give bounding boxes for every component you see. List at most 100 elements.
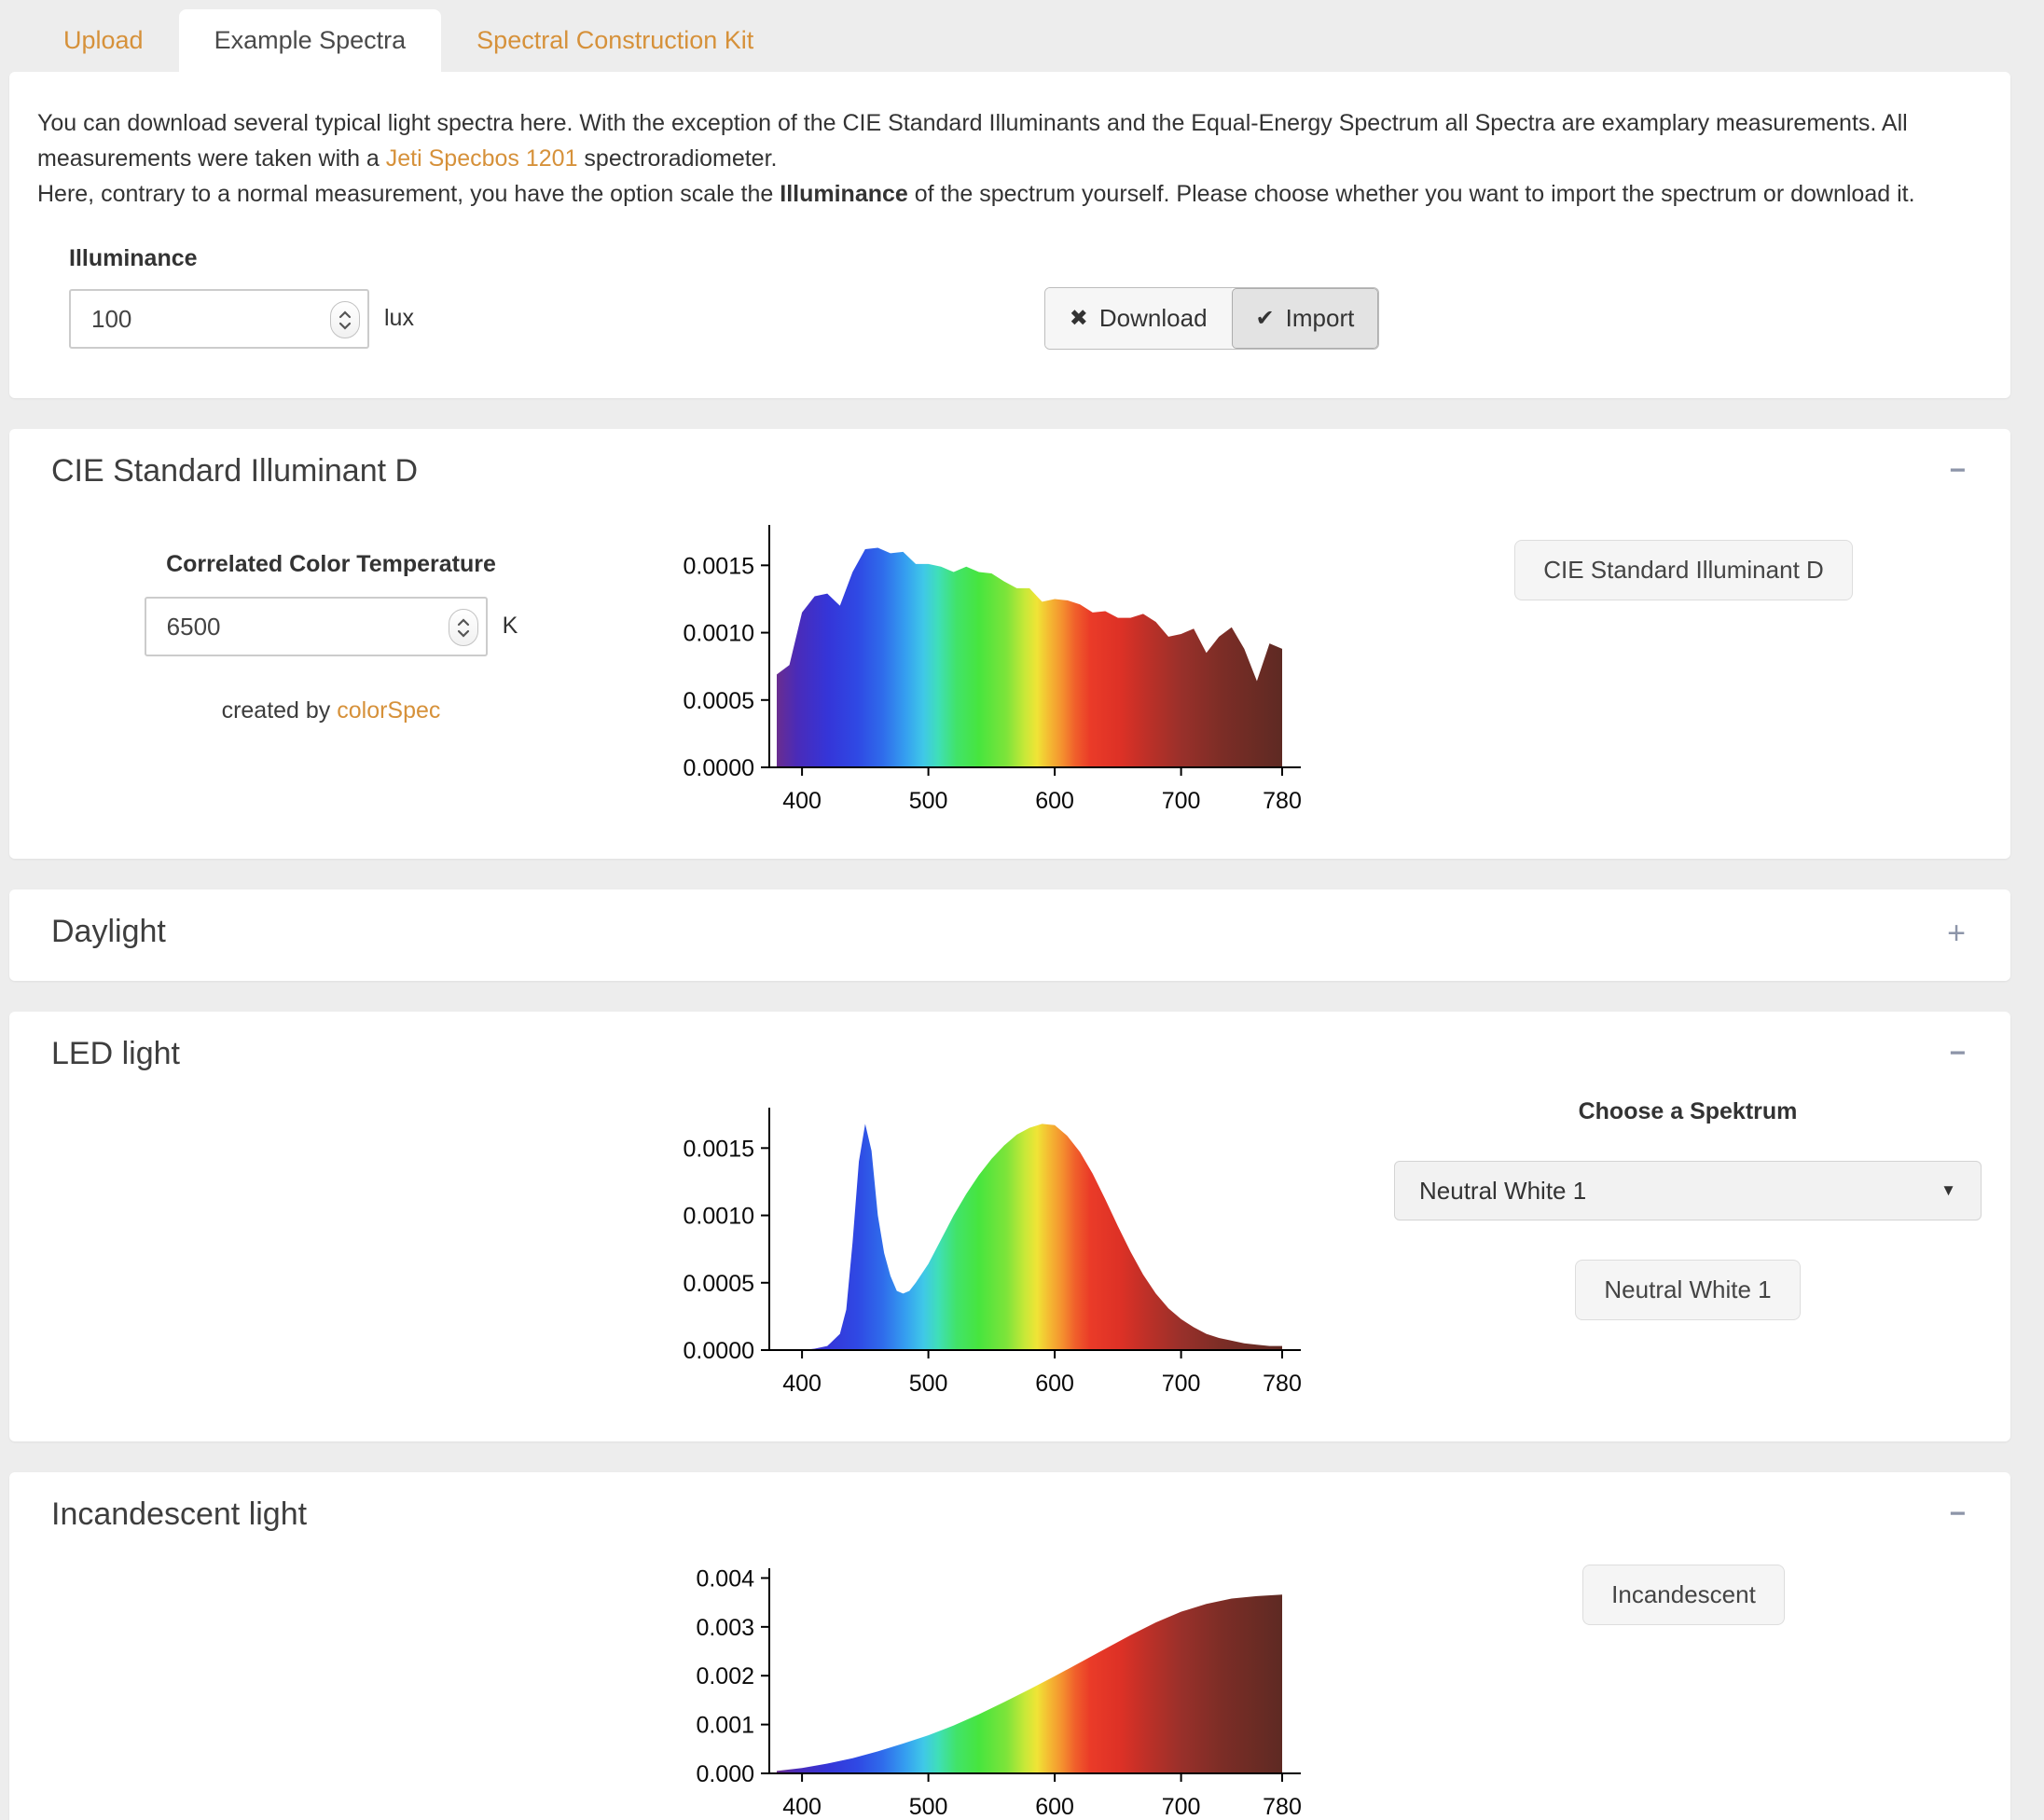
illuminance-row: lux ✖ Download ✔ Import bbox=[37, 289, 1982, 350]
collapse-minus-icon[interactable]: − bbox=[1941, 453, 1973, 489]
expand-plus-icon[interactable]: + bbox=[1940, 914, 1973, 953]
svg-text:0.001: 0.001 bbox=[696, 1713, 754, 1739]
tab-example-spectra[interactable]: Example Spectra bbox=[179, 9, 442, 72]
cie-controls: Correlated Color Temperature K created b… bbox=[51, 514, 611, 821]
colorspec-link[interactable]: colorSpec bbox=[337, 697, 440, 724]
intro-p2-tail: of the spectrum yourself. Please choose … bbox=[908, 181, 1915, 207]
intro-p1-text: You can download several typical light s… bbox=[37, 110, 1908, 172]
svg-text:0.0000: 0.0000 bbox=[684, 755, 754, 781]
svg-text:0.0000: 0.0000 bbox=[684, 1338, 754, 1364]
collapse-minus-icon[interactable]: − bbox=[1941, 1036, 1973, 1071]
illuminance-input-wrap bbox=[69, 289, 369, 349]
svg-text:500: 500 bbox=[909, 788, 948, 814]
svg-text:780: 780 bbox=[1263, 1794, 1302, 1820]
tab-spectral-construction-kit[interactable]: Spectral Construction Kit bbox=[441, 9, 789, 72]
tab-bar: Upload Example Spectra Spectral Construc… bbox=[28, 9, 2010, 72]
led-panel-body: 4005006007007800.00000.00050.00100.0015 … bbox=[51, 1096, 1973, 1404]
svg-text:400: 400 bbox=[782, 1371, 822, 1397]
svg-text:0.002: 0.002 bbox=[696, 1663, 754, 1689]
intro-text: You can download several typical light s… bbox=[37, 105, 1982, 212]
led-panel-title: LED light bbox=[51, 1036, 180, 1072]
collapse-minus-icon[interactable]: − bbox=[1941, 1496, 1973, 1532]
page: Upload Example Spectra Spectral Construc… bbox=[0, 0, 2044, 1820]
neutral-white-button[interactable]: Neutral White 1 bbox=[1575, 1260, 1800, 1320]
led-spectrum-chart: 400 500 600 700 780 0.0000 0.0005 0.0010 0.0015 bbox=[676, 1096, 1329, 1404]
import-button[interactable]: ✔ Import bbox=[1232, 288, 1379, 349]
led-left-spacer bbox=[51, 1096, 611, 1404]
svg-text:0.0010: 0.0010 bbox=[684, 621, 754, 647]
svg-text:0.0005: 0.0005 bbox=[684, 688, 754, 714]
example-spectra-panel: You can download several typical light s… bbox=[9, 72, 2010, 398]
incandescent-button[interactable]: Incandescent bbox=[1582, 1565, 1785, 1625]
x-icon: ✖ bbox=[1070, 305, 1088, 332]
svg-text:700: 700 bbox=[1162, 1794, 1201, 1820]
cct-stepper[interactable] bbox=[449, 609, 478, 646]
incandescent-panel-header: Incandescent light − bbox=[51, 1496, 1973, 1533]
svg-text:500: 500 bbox=[909, 1794, 948, 1820]
svg-text:700: 700 bbox=[1162, 1371, 1201, 1397]
chevron-up-icon bbox=[338, 310, 352, 319]
cie-illuminant-button[interactable]: CIE Standard Illuminant D bbox=[1514, 540, 1853, 600]
credit-line: created by colorSpec bbox=[222, 697, 441, 724]
incandescent-left-spacer bbox=[51, 1557, 611, 1820]
svg-text:600: 600 bbox=[1035, 1371, 1074, 1397]
svg-text:500: 500 bbox=[909, 1371, 948, 1397]
incandescent-panel: Incandescent light − 400 500 600 700 780 0.00… bbox=[9, 1472, 2010, 1820]
svg-text:600: 600 bbox=[1035, 788, 1074, 814]
svg-text:400: 400 bbox=[782, 1794, 822, 1820]
daylight-panel: Daylight + bbox=[9, 889, 2010, 981]
svg-text:0.0015: 0.0015 bbox=[684, 1136, 754, 1162]
illuminance-label: Illuminance bbox=[69, 245, 1982, 272]
svg-text:0.0010: 0.0010 bbox=[684, 1204, 754, 1230]
cie-panel-header: CIE Standard Illuminant D − bbox=[51, 453, 1973, 489]
check-icon: ✔ bbox=[1256, 305, 1275, 332]
svg-text:0.0015: 0.0015 bbox=[684, 553, 754, 579]
illuminance-input[interactable] bbox=[69, 289, 369, 349]
download-label: Download bbox=[1099, 304, 1208, 333]
download-import-group: ✖ Download ✔ Import bbox=[1044, 287, 1380, 350]
spectrum-select[interactable]: Neutral White 1 ▼ bbox=[1394, 1161, 1982, 1220]
cie-panel-body: Correlated Color Temperature K created b… bbox=[51, 514, 1973, 821]
jeti-specbos-link[interactable]: Jeti Specbos 1201 bbox=[386, 145, 578, 172]
download-button[interactable]: ✖ Download bbox=[1045, 288, 1232, 349]
intro-p1-tail: spectroradiometer. bbox=[577, 145, 777, 172]
cct-row: K bbox=[145, 597, 518, 656]
led-light-panel: LED light − 400 500 600 700 780 0.0000 0.0005 0… bbox=[9, 1012, 2010, 1441]
svg-text:700: 700 bbox=[1162, 788, 1201, 814]
svg-text:0.0005: 0.0005 bbox=[684, 1271, 754, 1297]
led-panel-header: LED light − bbox=[51, 1036, 1973, 1072]
svg-text:400: 400 bbox=[782, 788, 822, 814]
choose-spectrum-label: Choose a Spektrum bbox=[1579, 1098, 1798, 1125]
cct-unit: K bbox=[503, 613, 518, 640]
chevron-down-icon bbox=[457, 629, 470, 638]
illuminance-unit: lux bbox=[384, 305, 414, 332]
chevron-up-icon bbox=[457, 618, 470, 627]
caret-down-icon: ▼ bbox=[1940, 1181, 1956, 1200]
cct-label: Correlated Color Temperature bbox=[166, 551, 496, 578]
import-label: Import bbox=[1286, 304, 1355, 333]
intro-p2-text: Here, contrary to a normal measurement, … bbox=[37, 181, 780, 207]
spectrum-select-value: Neutral White 1 bbox=[1419, 1177, 1586, 1206]
tab-upload[interactable]: Upload bbox=[28, 9, 179, 72]
svg-text:0.003: 0.003 bbox=[696, 1615, 754, 1641]
svg-text:780: 780 bbox=[1263, 788, 1302, 814]
daylight-panel-title: Daylight bbox=[51, 914, 166, 950]
cct-input-wrap bbox=[145, 597, 488, 656]
credit-text: created by bbox=[222, 697, 338, 724]
intro-p2-bold: Illuminance bbox=[780, 181, 908, 207]
cct-input[interactable] bbox=[145, 597, 488, 656]
intro-paragraph-2: Here, contrary to a normal measurement, … bbox=[37, 176, 1982, 212]
intro-paragraph-1: You can download several typical light s… bbox=[37, 105, 1982, 176]
svg-text:0.004: 0.004 bbox=[696, 1565, 754, 1592]
incandescent-panel-title: Incandescent light bbox=[51, 1496, 307, 1533]
svg-text:0.000: 0.000 bbox=[696, 1761, 754, 1787]
svg-text:780: 780 bbox=[1263, 1371, 1302, 1397]
chevron-down-icon bbox=[338, 322, 352, 330]
incandescent-panel-body: 400 500 600 700 780 0.000 0.001 0.002 0.003 0.004… bbox=[51, 1557, 1973, 1820]
cie-illuminant-panel: CIE Standard Illuminant D − Correlated C… bbox=[9, 429, 2010, 859]
svg-text:600: 600 bbox=[1035, 1794, 1074, 1820]
daylight-panel-header: Daylight + bbox=[51, 914, 1973, 953]
illuminance-stepper[interactable] bbox=[330, 301, 360, 338]
cie-spectrum-chart: 400 500 600 700 780 0.0000 0.0005 0.0010 0.0015 bbox=[676, 514, 1329, 821]
cie-panel-title: CIE Standard Illuminant D bbox=[51, 453, 418, 489]
